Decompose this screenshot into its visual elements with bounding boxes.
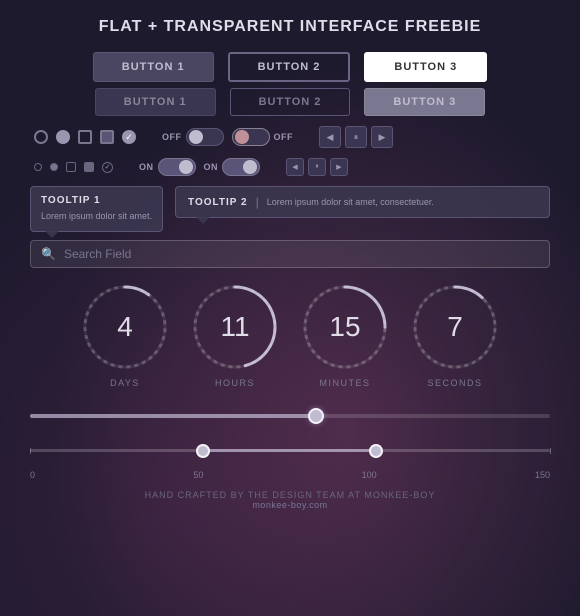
media-pause-small[interactable]: ⏸ [308,158,326,176]
range-slider-wrap [30,436,550,466]
button-2-primary[interactable]: BUTTON 2 [228,52,351,82]
search-field-wrapper: 🔍 [30,240,550,268]
dot-5[interactable]: ✓ [102,162,113,173]
media-controls: ◀ ⏸ ▶ [319,126,393,148]
dot-4[interactable] [84,162,94,172]
media-controls-small: ◀ ⏸ ▶ [286,158,348,176]
footer-credit: HAND CRAFTED BY THE DESIGN TEAM AT MONKE… [30,490,550,500]
single-slider-track [30,414,550,418]
days-number: 4 [117,313,133,341]
minutes-label: MINUTES [320,378,371,388]
controls-row-2: ✓ ON ON ◀ ⏸ ▶ [34,158,550,176]
footer-url[interactable]: monkee-boy.com [30,500,550,510]
dot-2[interactable] [50,163,58,171]
hours-number: 11 [220,313,249,341]
media-prev-small[interactable]: ◀ [286,158,304,176]
hours-label: HOURS [215,378,255,388]
toggle-switch-3[interactable] [158,158,196,176]
single-slider-section [30,406,550,426]
toggle-on-2[interactable]: ON [204,158,261,176]
button-3-secondary[interactable]: BUTTON 3 [364,88,485,116]
page-title: FLAT + TRANSPARENT INTERFACE FREEBIE [30,18,550,36]
tooltip-2: TOOLTIP 2 | Lorem ipsum dolor sit amet, … [175,186,550,218]
tooltip-1-title: TOOLTIP 1 [41,195,152,206]
checkbox-unchecked-2[interactable] [100,130,114,144]
button-2-secondary[interactable]: BUTTON 2 [230,88,351,116]
dot-1[interactable] [34,163,42,171]
media-prev-button[interactable]: ◀ [319,126,341,148]
single-slider-fill [30,414,316,418]
toggle-on-1[interactable]: ON [139,158,196,176]
radio-selected[interactable] [56,130,70,144]
checkbox-checked[interactable]: ✓ [122,130,136,144]
footer: HAND CRAFTED BY THE DESIGN TEAM AT MONKE… [30,490,550,510]
timers-row: 4 DAYS 11 HOURS [30,282,550,388]
range-thumb-left[interactable] [196,444,210,458]
timer-seconds: 7 SECONDS [410,282,500,388]
range-thumb-right[interactable] [369,444,383,458]
range-label-50: 50 [193,470,203,480]
buttons-row-2: BUTTON 1 BUTTON 2 BUTTON 3 [30,88,550,116]
range-slider-fill [203,449,376,452]
media-next-small[interactable]: ▶ [330,158,348,176]
toggle-switch-1[interactable] [186,128,224,146]
buttons-row-1: BUTTON 1 BUTTON 2 BUTTON 3 [30,52,550,82]
tooltip-1-body: Lorem ipsum dolor sit amet. [41,210,152,223]
minutes-number: 15 [329,313,360,341]
tooltip-2-title: TOOLTIP 2 [188,197,248,208]
timer-hours: 11 HOURS [190,282,280,388]
timer-days: 4 DAYS [80,282,170,388]
controls-row-1: ✓ OFF OFF ◀ ⏸ ▶ [34,126,550,148]
search-icon: 🔍 [41,247,56,261]
days-label: DAYS [110,378,140,388]
button-3-primary[interactable]: BUTTON 3 [364,52,487,82]
dot-3[interactable] [66,162,76,172]
tooltips-row: TOOLTIP 1 Lorem ipsum dolor sit amet. TO… [30,186,550,232]
range-label-100: 100 [362,470,377,480]
media-pause-button[interactable]: ⏸ [345,126,367,148]
button-1-secondary[interactable]: BUTTON 1 [95,88,216,116]
toggle-switch-2[interactable] [232,128,270,146]
checkbox-unchecked-1[interactable] [78,130,92,144]
tooltip-2-separator: | [256,195,259,209]
range-label-0: 0 [30,470,35,480]
range-slider-track [30,449,550,452]
tooltip-1: TOOLTIP 1 Lorem ipsum dolor sit amet. [30,186,163,232]
tooltip-2-body: Lorem ipsum dolor sit amet, consectetuer… [267,197,434,207]
search-input[interactable] [64,247,539,261]
seconds-number: 7 [447,313,463,341]
range-labels: 0 50 100 150 [30,470,550,480]
single-slider-thumb[interactable] [308,408,324,424]
toggle-off-1[interactable]: OFF [162,128,224,146]
single-slider-wrap [30,406,550,426]
seconds-label: SECONDS [427,378,482,388]
range-label-150: 150 [535,470,550,480]
button-1-primary[interactable]: BUTTON 1 [93,52,214,82]
media-next-button[interactable]: ▶ [371,126,393,148]
timer-minutes: 15 MINUTES [300,282,390,388]
toggle-switch-4[interactable] [222,158,260,176]
radio-unselected-1[interactable] [34,130,48,144]
range-slider-section: 0 50 100 150 [30,436,550,480]
toggle-off-2[interactable]: OFF [232,128,294,146]
